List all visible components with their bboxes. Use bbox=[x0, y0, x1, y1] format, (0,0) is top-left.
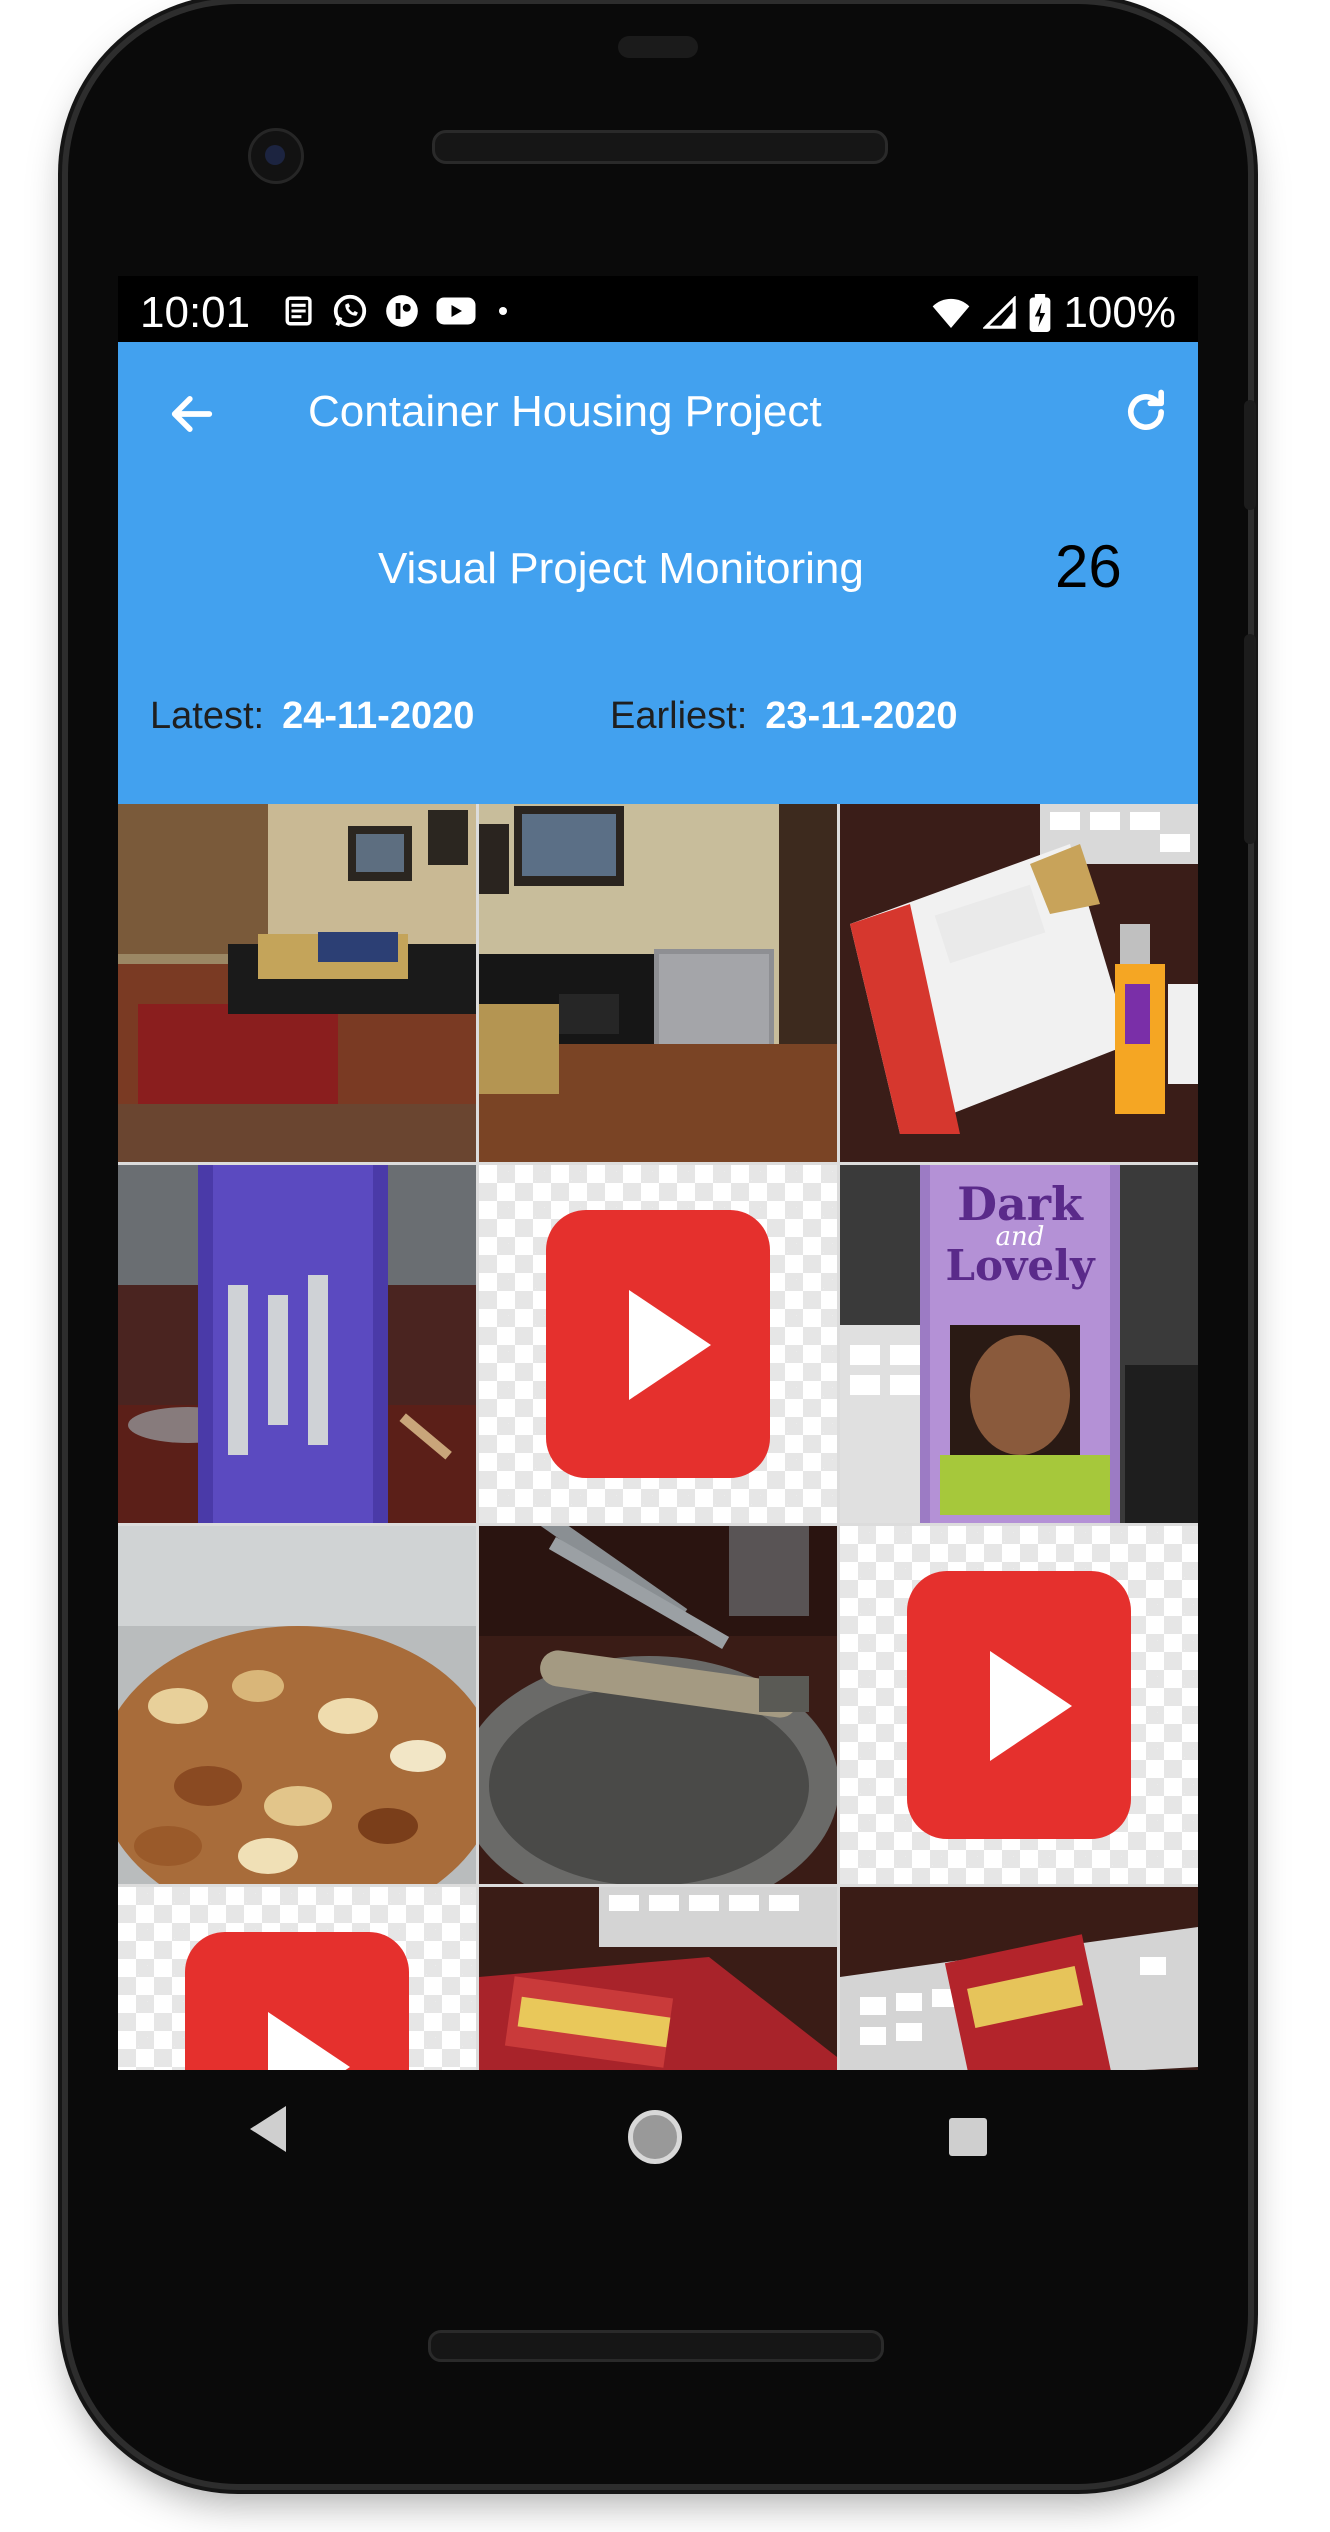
nav-recents-button[interactable] bbox=[949, 2118, 987, 2156]
nav-home-button[interactable] bbox=[628, 2110, 682, 2164]
back-button[interactable] bbox=[166, 388, 218, 440]
media-tile[interactable] bbox=[118, 804, 476, 1162]
latest-date: Latest: 24-11-2020 bbox=[150, 694, 474, 738]
system-icons: 100% bbox=[931, 288, 1176, 338]
front-camera bbox=[248, 128, 304, 184]
notification-icons bbox=[283, 292, 515, 330]
media-tile[interactable] bbox=[479, 1165, 837, 1523]
media-tile[interactable] bbox=[118, 1887, 476, 2070]
battery-charging-icon bbox=[1030, 294, 1051, 332]
refresh-button[interactable] bbox=[1120, 386, 1172, 438]
top-speaker bbox=[432, 130, 888, 164]
nav-back-button[interactable] bbox=[248, 2104, 288, 2154]
volume-button bbox=[1244, 634, 1256, 844]
earliest-label: Earliest: bbox=[610, 695, 748, 737]
status-bar: 10:01 100% bbox=[118, 276, 1198, 342]
status-time: 10:01 bbox=[140, 288, 251, 337]
photo-icon bbox=[840, 804, 1198, 1162]
news-icon bbox=[285, 296, 312, 326]
photo-icon bbox=[840, 1887, 1198, 2070]
whatsapp-icon bbox=[333, 294, 367, 328]
media-tile[interactable] bbox=[479, 1526, 837, 1884]
wifi-icon bbox=[933, 298, 970, 328]
youtube-icon bbox=[436, 297, 476, 325]
signal-icon bbox=[983, 296, 1017, 329]
media-tile[interactable] bbox=[118, 1526, 476, 1884]
photo-icon bbox=[479, 1887, 837, 2070]
media-grid: Dark and Lovely bbox=[118, 804, 1198, 2070]
photo-icon: Dark and Lovely bbox=[840, 1165, 1198, 1523]
photo-icon bbox=[479, 804, 837, 1162]
power-button bbox=[1244, 400, 1256, 510]
media-tile[interactable] bbox=[840, 1887, 1198, 2070]
top-slot bbox=[618, 36, 698, 58]
earliest-value: 23-11-2020 bbox=[765, 695, 958, 737]
battery-percent: 100% bbox=[1063, 288, 1176, 337]
play-icon bbox=[185, 1932, 409, 2070]
earliest-date: Earliest: 23-11-2020 bbox=[610, 694, 958, 738]
app-bar: Container Housing Project Visual Project… bbox=[118, 342, 1198, 804]
photo-icon bbox=[118, 804, 476, 1162]
play-icon bbox=[546, 1210, 770, 1478]
photo-count: 26 bbox=[1055, 533, 1122, 600]
media-tile[interactable] bbox=[479, 804, 837, 1162]
messenger-icon bbox=[386, 295, 418, 327]
media-tile[interactable] bbox=[118, 1165, 476, 1523]
bottom-speaker bbox=[428, 2330, 884, 2362]
photo-icon bbox=[479, 1526, 837, 1884]
photo-icon bbox=[118, 1165, 476, 1523]
screen: 10:01 100% Container Housing Project Vis… bbox=[118, 276, 1198, 2070]
dot-icon bbox=[499, 307, 507, 315]
play-icon bbox=[907, 1571, 1131, 1839]
media-tile[interactable] bbox=[840, 1526, 1198, 1884]
page-title: Container Housing Project bbox=[308, 387, 822, 436]
subtitle: Visual Project Monitoring bbox=[378, 544, 864, 593]
latest-value: 24-11-2020 bbox=[282, 695, 475, 737]
media-tile[interactable] bbox=[840, 804, 1198, 1162]
media-tile[interactable] bbox=[479, 1887, 837, 2070]
media-tile[interactable]: Dark and Lovely bbox=[840, 1165, 1198, 1523]
latest-label: Latest: bbox=[150, 695, 265, 737]
photo-icon bbox=[118, 1526, 476, 1884]
tile-text-lovely: Lovely bbox=[945, 1241, 1096, 1290]
